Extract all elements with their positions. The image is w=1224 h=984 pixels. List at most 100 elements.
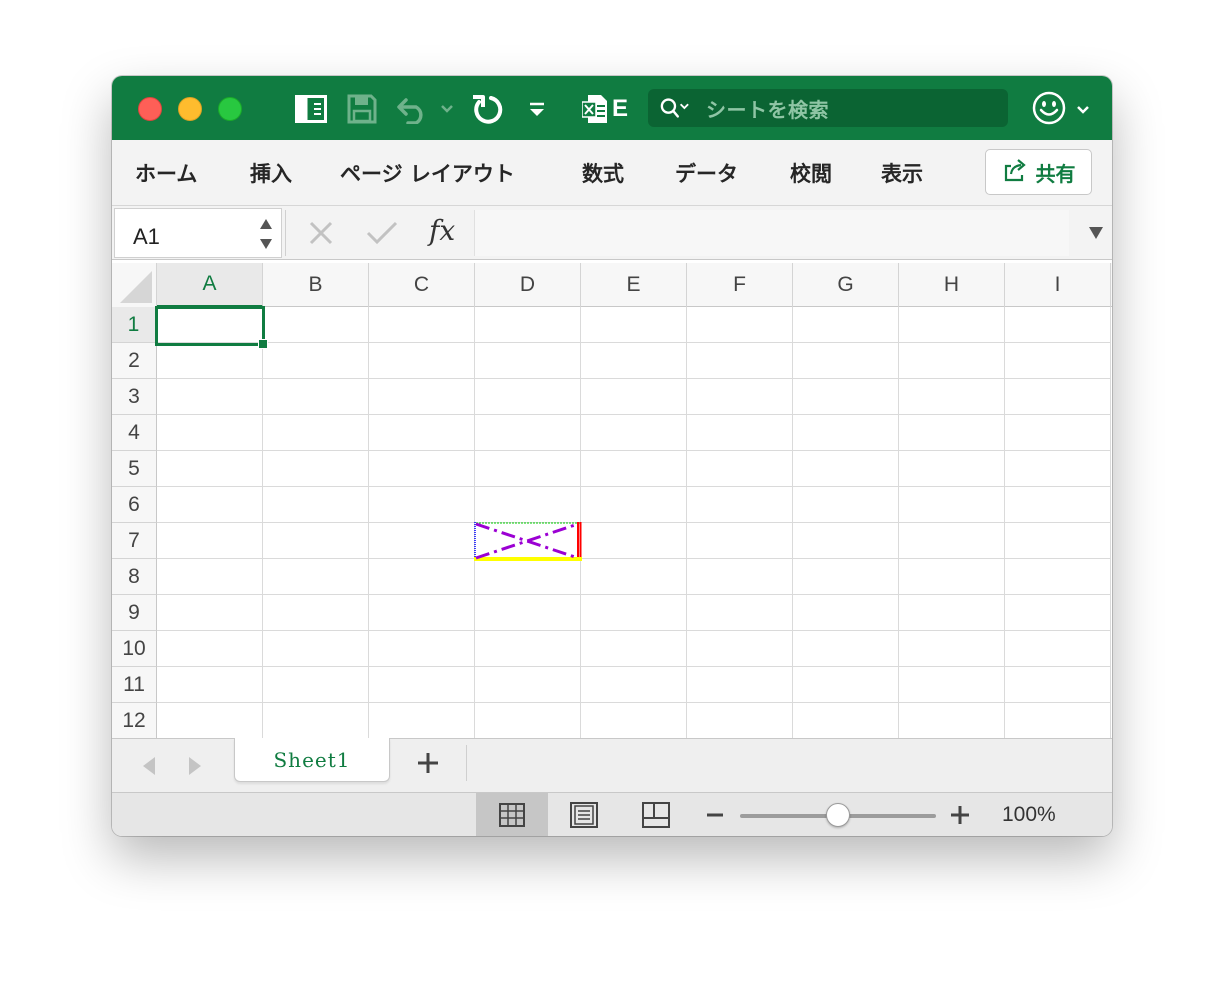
add-sheet-button[interactable]	[416, 751, 440, 780]
cell-e5[interactable]	[581, 451, 687, 487]
tab-review[interactable]: 校閲	[790, 158, 832, 188]
cell-f12[interactable]	[687, 703, 793, 738]
name-box[interactable]: A1	[114, 208, 282, 258]
column-header-a[interactable]: A	[157, 263, 263, 307]
cell-f9[interactable]	[687, 595, 793, 631]
cell-e3[interactable]	[581, 379, 687, 415]
cell-c7[interactable]	[369, 523, 475, 559]
cell-f3[interactable]	[687, 379, 793, 415]
cell-i4[interactable]	[1005, 415, 1111, 451]
cell-f11[interactable]	[687, 667, 793, 703]
formula-input[interactable]	[474, 210, 1069, 256]
zoom-in-button[interactable]	[950, 804, 970, 831]
cell-a9[interactable]	[157, 595, 263, 631]
row-header-7[interactable]: 7	[112, 523, 157, 559]
cell-e9[interactable]	[581, 595, 687, 631]
row-header-9[interactable]: 9	[112, 595, 157, 631]
next-sheet-icon[interactable]	[186, 755, 204, 782]
cell-h9[interactable]	[899, 595, 1005, 631]
row-header-1[interactable]: 1	[112, 307, 157, 343]
cell-d9[interactable]	[475, 595, 581, 631]
column-header-f[interactable]: F	[687, 263, 793, 307]
search-box[interactable]: シートを検索	[648, 89, 1008, 127]
cell-b6[interactable]	[263, 487, 369, 523]
cell-i5[interactable]	[1005, 451, 1111, 487]
cell-d12[interactable]	[475, 703, 581, 738]
cell-h12[interactable]	[899, 703, 1005, 738]
cell-e7[interactable]	[581, 523, 687, 559]
tab-home[interactable]: ホーム	[135, 158, 197, 188]
cell-i7[interactable]	[1005, 523, 1111, 559]
tab-view[interactable]: 表示	[881, 158, 923, 188]
column-header-b[interactable]: B	[263, 263, 369, 307]
cell-f8[interactable]	[687, 559, 793, 595]
page-layout-view-icon[interactable]	[548, 793, 620, 836]
cell-e8[interactable]	[581, 559, 687, 595]
cell-d3[interactable]	[475, 379, 581, 415]
cell-c3[interactable]	[369, 379, 475, 415]
cell-f6[interactable]	[687, 487, 793, 523]
cell-a6[interactable]	[157, 487, 263, 523]
cell-b7[interactable]	[263, 523, 369, 559]
column-header-i[interactable]: I	[1005, 263, 1111, 307]
cell-g11[interactable]	[793, 667, 899, 703]
cell-a5[interactable]	[157, 451, 263, 487]
cell-g3[interactable]	[793, 379, 899, 415]
cell-i1[interactable]	[1005, 307, 1111, 343]
cell-e2[interactable]	[581, 343, 687, 379]
cell-e11[interactable]	[581, 667, 687, 703]
column-header-g[interactable]: G	[793, 263, 899, 307]
cancel-icon[interactable]	[308, 220, 334, 251]
cell-b10[interactable]	[263, 631, 369, 667]
cell-e6[interactable]	[581, 487, 687, 523]
maximize-window-button[interactable]	[218, 97, 242, 121]
cell-h2[interactable]	[899, 343, 1005, 379]
normal-view-icon[interactable]	[476, 793, 548, 836]
zoom-slider-thumb[interactable]	[826, 803, 850, 827]
undo-dropdown-icon[interactable]	[438, 92, 456, 126]
cell-c5[interactable]	[369, 451, 475, 487]
cell-h3[interactable]	[899, 379, 1005, 415]
cell-h4[interactable]	[899, 415, 1005, 451]
cell-b5[interactable]	[263, 451, 369, 487]
row-header-10[interactable]: 10	[112, 631, 157, 667]
cell-f7[interactable]	[687, 523, 793, 559]
cell-f5[interactable]	[687, 451, 793, 487]
undo-icon[interactable]	[396, 92, 430, 126]
column-header-c[interactable]: C	[369, 263, 475, 307]
cell-a4[interactable]	[157, 415, 263, 451]
cell-g2[interactable]	[793, 343, 899, 379]
smiley-icon[interactable]	[1032, 91, 1066, 125]
cell-e12[interactable]	[581, 703, 687, 738]
cell-b3[interactable]	[263, 379, 369, 415]
cell-h5[interactable]	[899, 451, 1005, 487]
cell-c4[interactable]	[369, 415, 475, 451]
account-dropdown-icon[interactable]	[1076, 102, 1090, 120]
cell-i6[interactable]	[1005, 487, 1111, 523]
name-box-stepper-icon[interactable]	[259, 217, 273, 256]
cell-a3[interactable]	[157, 379, 263, 415]
cell-b8[interactable]	[263, 559, 369, 595]
cell-c11[interactable]	[369, 667, 475, 703]
cell-c6[interactable]	[369, 487, 475, 523]
row-header-6[interactable]: 6	[112, 487, 157, 523]
tab-page-layout[interactable]: ページ レイアウト	[340, 158, 515, 188]
cell-e4[interactable]	[581, 415, 687, 451]
row-header-5[interactable]: 5	[112, 451, 157, 487]
cell-g9[interactable]	[793, 595, 899, 631]
cell-i9[interactable]	[1005, 595, 1111, 631]
cell-a11[interactable]	[157, 667, 263, 703]
fill-handle[interactable]	[258, 339, 268, 349]
search-input[interactable]: シートを検索	[706, 94, 829, 123]
cell-i8[interactable]	[1005, 559, 1111, 595]
cell-e10[interactable]	[581, 631, 687, 667]
cell-b9[interactable]	[263, 595, 369, 631]
active-cell-selection[interactable]	[155, 306, 265, 346]
cell-g4[interactable]	[793, 415, 899, 451]
redo-icon[interactable]	[470, 92, 504, 126]
cell-b4[interactable]	[263, 415, 369, 451]
cell-g1[interactable]	[793, 307, 899, 343]
cell-h11[interactable]	[899, 667, 1005, 703]
column-header-d[interactable]: D	[475, 263, 581, 307]
cell-b12[interactable]	[263, 703, 369, 738]
